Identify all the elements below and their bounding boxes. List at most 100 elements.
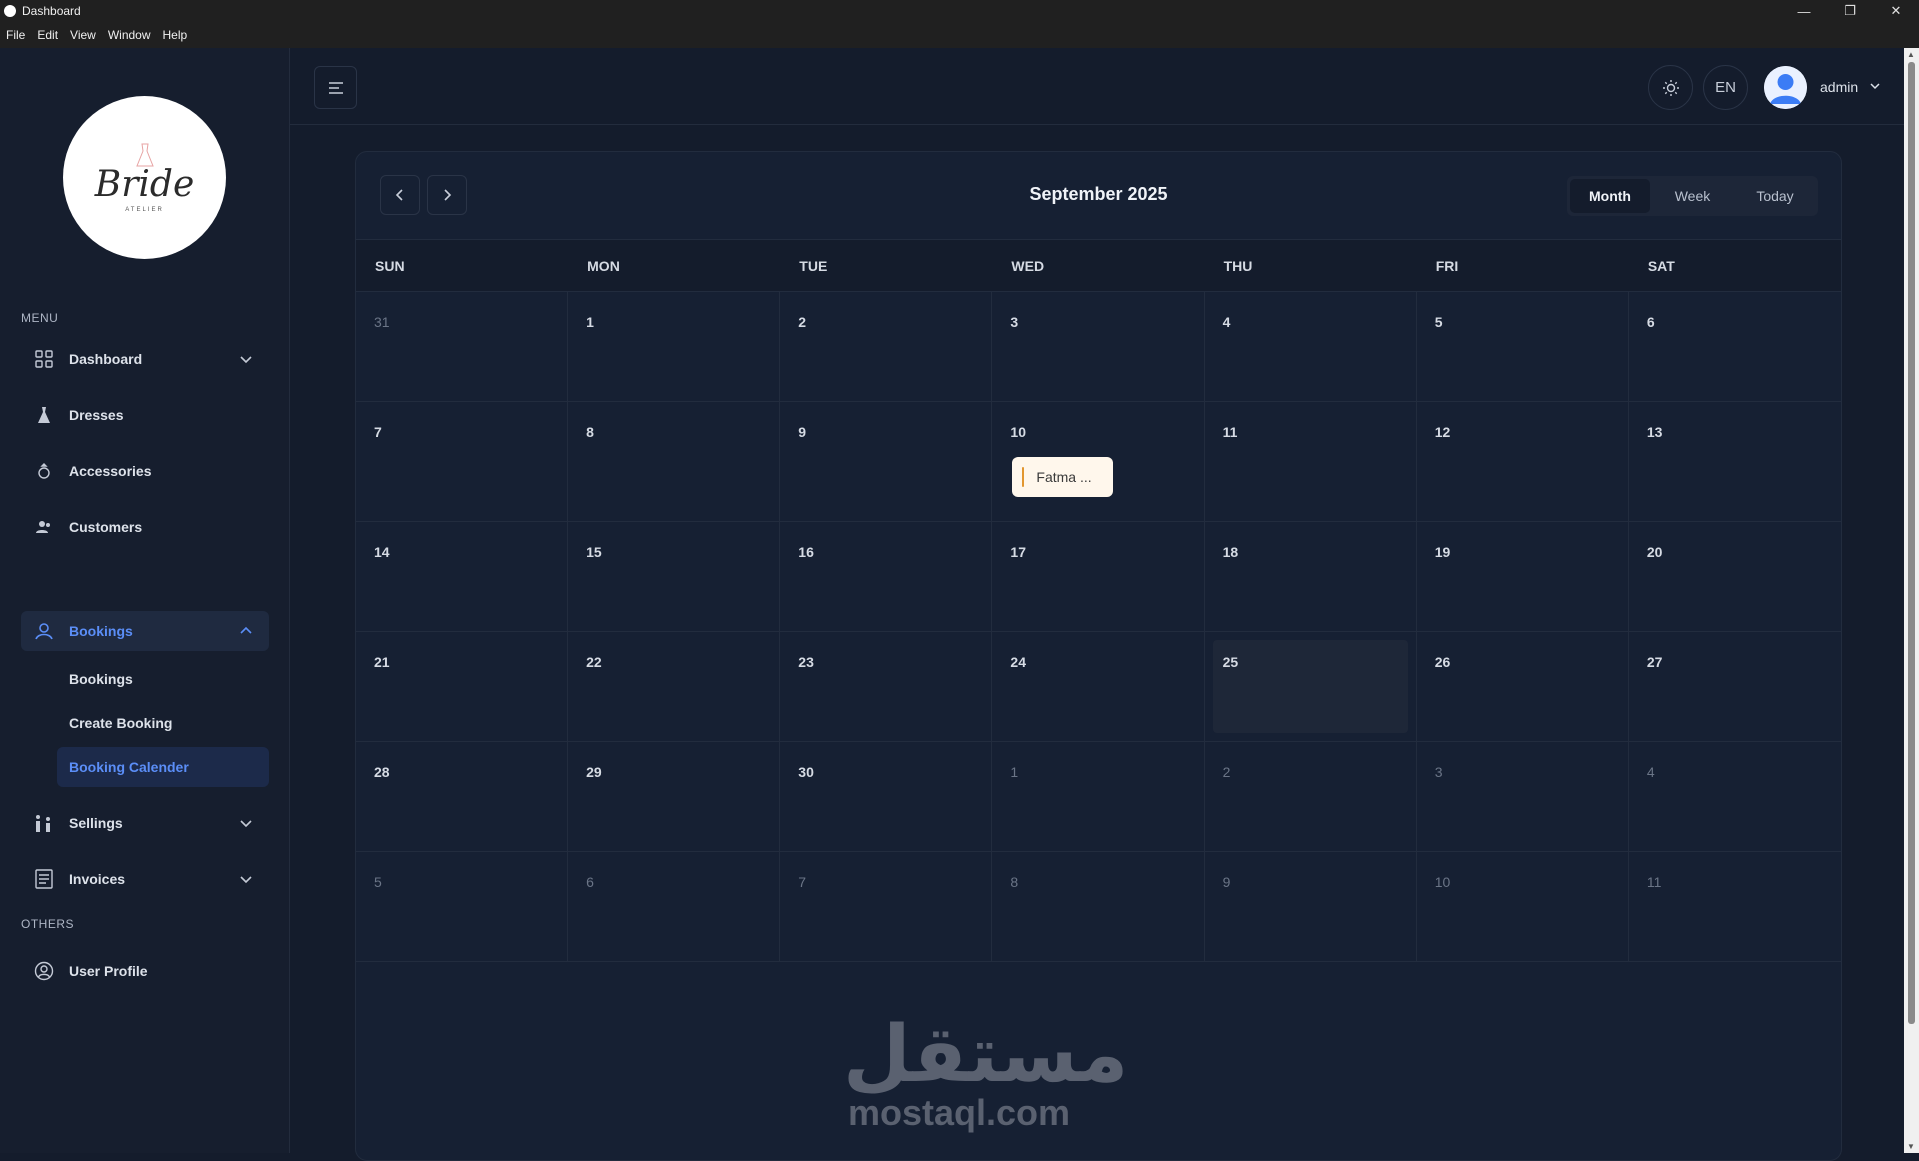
day-number: 7 (798, 874, 807, 890)
close-icon[interactable]: ✕ (1873, 0, 1919, 22)
menubar: File Edit View Window Help (0, 22, 1919, 48)
sidebar-item-customers[interactable]: Customers (21, 507, 269, 547)
calendar-day-cell-today[interactable]: 25 (1205, 632, 1417, 741)
view-week-button[interactable]: Week (1650, 179, 1735, 213)
sidebar-subitem-create-booking[interactable]: Create Booking (57, 703, 269, 743)
calendar-day-cell[interactable]: 10 (1417, 852, 1629, 961)
sidebar-item-user-profile[interactable]: User Profile (21, 951, 269, 991)
day-number: 26 (1434, 654, 1451, 670)
calendar-day-cell[interactable]: 5 (1417, 292, 1629, 401)
day-number: 20 (1646, 544, 1663, 560)
brand-logo[interactable]: Bride ATELIER (63, 96, 226, 259)
others-section-label: OTHERS (21, 917, 75, 931)
sidebar-item-bookings[interactable]: Bookings (21, 611, 269, 651)
sidebar-item-accessories[interactable]: Accessories (21, 451, 269, 491)
calendar-day-cell[interactable]: 31 (356, 292, 569, 401)
booking-event[interactable]: Fatma ... (1012, 457, 1114, 497)
calendar-day-cell[interactable]: 13 (1629, 402, 1841, 521)
calendar-day-cell[interactable]: 5 (356, 852, 569, 961)
sidebar-toggle-button[interactable] (314, 66, 357, 109)
calendar-day-cell[interactable]: 8 (992, 852, 1205, 961)
day-number: 28 (374, 764, 390, 780)
watermark: مستقل mostaql.com (843, 1015, 1128, 1133)
calendar-day-cell[interactable]: 9 (780, 402, 993, 521)
calendar-day-cell[interactable]: 8 (568, 402, 781, 521)
calendar-day-cell[interactable]: 7 (780, 852, 993, 961)
calendar-day-cell[interactable]: 28 (356, 742, 569, 851)
calendar-day-cell[interactable]: 17 (992, 522, 1205, 631)
calendar-day-cell[interactable]: 3 (1417, 742, 1629, 851)
view-month-button[interactable]: Month (1570, 179, 1650, 213)
day-number: 5 (1434, 314, 1443, 330)
sidebar-item-invoices[interactable]: Invoices (21, 859, 269, 899)
scroll-down-icon[interactable]: ▼ (1907, 1142, 1915, 1151)
calendar-day-cell[interactable]: 23 (780, 632, 993, 741)
day-number: 4 (1222, 314, 1231, 330)
calendar-day-cell[interactable]: 30 (780, 742, 993, 851)
calendar-day-cell[interactable]: 16 (780, 522, 993, 631)
calendar-day-cell[interactable]: 7 (356, 402, 569, 521)
scrollbar-thumb[interactable] (1908, 62, 1915, 1024)
menu-window[interactable]: Window (102, 28, 157, 42)
calendar-day-cell[interactable]: 9 (1205, 852, 1417, 961)
sidebar-item-label: Invoices (69, 871, 126, 887)
calendar-day-cell[interactable]: 4 (1205, 292, 1417, 401)
calendar-day-cell[interactable]: 6 (568, 852, 781, 961)
scroll-up-icon[interactable]: ▲ (1907, 50, 1915, 59)
chevron-down-icon[interactable] (1868, 79, 1882, 93)
menu-view[interactable]: View (64, 28, 102, 42)
calendar-day-cell[interactable]: 4 (1629, 742, 1841, 851)
calendar-day-cell[interactable]: 20 (1629, 522, 1841, 631)
sidebar-item-dresses[interactable]: Dresses (21, 395, 269, 435)
sidebar-item-dashboard[interactable]: Dashboard (21, 339, 269, 379)
view-today-button[interactable]: Today (1735, 179, 1815, 213)
calendar-day-cell[interactable]: 29 (568, 742, 781, 851)
restore-icon[interactable]: ❐ (1827, 0, 1873, 22)
logo-subtext: ATELIER (125, 207, 164, 213)
day-number: 1 (586, 314, 594, 330)
calendar-day-cell[interactable]: 18 (1205, 522, 1417, 631)
calendar-day-cell[interactable]: 6 (1629, 292, 1841, 401)
calendar-day-cell[interactable]: 11 (1205, 402, 1417, 521)
calendar-day-cell[interactable]: 2 (780, 292, 993, 401)
calendar-day-cell[interactable]: 1 (992, 742, 1205, 851)
calendar-day-cell[interactable]: 21 (356, 632, 569, 741)
calendar-day-cell[interactable]: 3 (992, 292, 1205, 401)
calendar-day-cell[interactable]: 27 (1629, 632, 1841, 741)
day-number: 8 (1010, 874, 1019, 890)
calendar-grid: 31 1 2 3 4 5 6 7 8 9 10 Fatma ... 11 12 13 14 15 16 17 18 19… (356, 292, 1841, 962)
user-circle-icon (34, 961, 54, 981)
calendar-day-cell[interactable]: 12 (1417, 402, 1629, 521)
sidebar-subitem-bookings[interactable]: Bookings (57, 659, 269, 699)
calendar-day-cell[interactable]: 22 (568, 632, 781, 741)
scrollbar[interactable]: ▲ ▼ (1904, 48, 1919, 1153)
sidebar-item-sellings[interactable]: Sellings (21, 803, 269, 843)
calendar-day-cell[interactable]: 14 (356, 522, 569, 631)
chevron-up-icon (240, 626, 252, 634)
calendar-day-cell[interactable]: 19 (1417, 522, 1629, 631)
watermark-latin: mostaql.com (847, 1092, 1071, 1133)
weekday-sat: SAT (1647, 257, 1675, 274)
today-highlight (1212, 640, 1408, 733)
calendar-day-cell[interactable]: 15 (568, 522, 781, 631)
day-number: 6 (1646, 314, 1655, 330)
calendar-day-cell[interactable]: 26 (1417, 632, 1629, 741)
menu-file[interactable]: File (0, 28, 31, 42)
calendar-day-cell[interactable]: 2 (1205, 742, 1417, 851)
language-button[interactable]: EN (1703, 65, 1748, 110)
calendar-day-cell[interactable]: 11 (1629, 852, 1841, 961)
day-number: 25 (1222, 654, 1239, 670)
avatar[interactable] (1764, 66, 1807, 109)
calendar-day-cell[interactable]: 10 Fatma ... (992, 402, 1205, 521)
minimize-icon[interactable]: — (1781, 0, 1827, 22)
menu-help[interactable]: Help (157, 28, 194, 42)
theme-toggle-button[interactable] (1648, 65, 1693, 110)
calendar-day-cell[interactable]: 1 (568, 292, 781, 401)
calendar-week-row: 21 22 23 24 25 26 27 (356, 632, 1841, 742)
menu-edit[interactable]: Edit (31, 28, 64, 42)
calendar-week-row: 31 1 2 3 4 5 6 (356, 292, 1841, 402)
user-name[interactable]: admin (1820, 79, 1858, 95)
sidebar-subitem-booking-calender[interactable]: Booking Calender (57, 747, 269, 787)
calendar-day-cell[interactable]: 24 (992, 632, 1205, 741)
sellings-icon (34, 813, 54, 833)
